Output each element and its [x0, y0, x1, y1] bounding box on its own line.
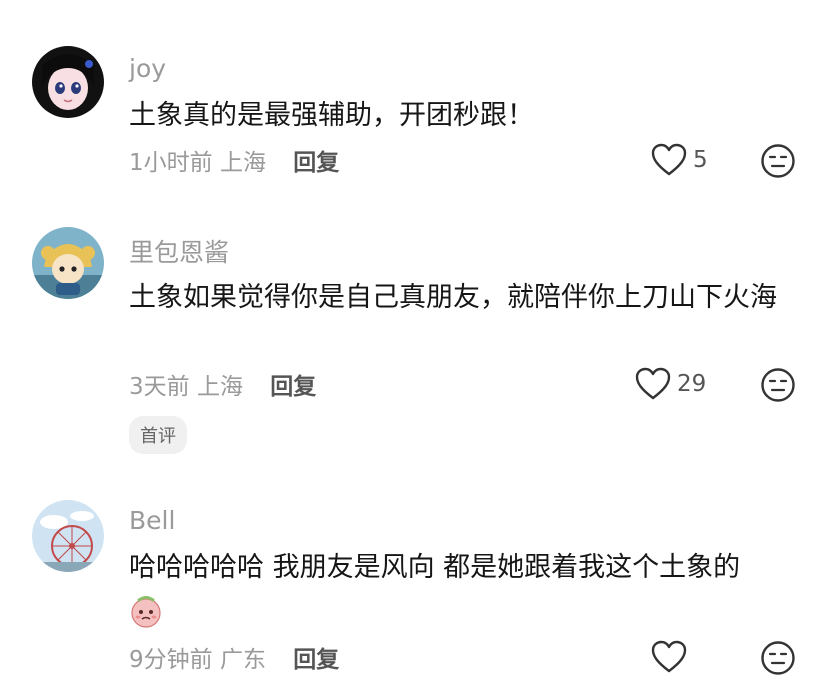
comment-time: 9分钟前	[129, 647, 213, 673]
comment-text: 土象如果觉得你是自己真朋友，就陪伴你上刀山下火海	[129, 282, 777, 313]
anime-girl-avatar-icon	[32, 46, 104, 118]
comment-location: 上海	[219, 150, 266, 176]
pleading-face-emoji	[129, 594, 163, 628]
heart-icon	[651, 640, 687, 673]
comment-location: 上海	[196, 374, 243, 400]
comment-text: 哈哈哈哈哈 我朋友是风向 都是她跟着我这个土象的	[129, 552, 741, 583]
comment-meta: 9分钟前 广东 回复	[129, 640, 339, 674]
dislike-button[interactable]	[760, 143, 796, 179]
username[interactable]: Bell	[129, 506, 175, 535]
like-count: 29	[677, 371, 707, 397]
ferris-wheel-avatar-icon	[32, 500, 104, 572]
pleading-face-emoji-icon	[131, 596, 161, 628]
like-button[interactable]: 29	[635, 367, 706, 401]
dislike-button[interactable]	[760, 367, 796, 403]
unamused-face-icon	[761, 368, 795, 402]
comment-text: 土象真的是最强辅助，开团秒跟！	[129, 100, 534, 131]
heart-icon	[635, 367, 671, 400]
comment-time: 3天前	[129, 374, 190, 400]
like-button[interactable]: 5	[651, 143, 708, 177]
reply-button[interactable]: 回复	[270, 374, 316, 400]
comment-meta: 3天前 上海 回复	[129, 367, 316, 401]
unamused-face-icon	[761, 144, 795, 178]
avatar[interactable]	[32, 227, 104, 299]
reply-button[interactable]: 回复	[293, 647, 339, 673]
comment-time: 1小时前	[129, 150, 213, 176]
comment-location: 广东	[219, 647, 266, 673]
reply-button[interactable]: 回复	[293, 150, 339, 176]
avatar[interactable]	[32, 46, 104, 118]
avatar[interactable]	[32, 500, 104, 572]
dislike-button[interactable]	[760, 640, 796, 676]
username[interactable]: joy	[129, 54, 166, 83]
comment-meta: 1小时前 上海 回复	[129, 143, 339, 177]
heart-icon	[651, 143, 687, 176]
cartoon-character-avatar-icon	[32, 227, 104, 299]
like-count: 5	[693, 147, 708, 173]
first-comment-badge: 首评	[129, 416, 187, 454]
like-button[interactable]	[651, 640, 693, 674]
unamused-face-icon	[761, 641, 795, 675]
username[interactable]: 里包恩酱	[129, 233, 229, 269]
